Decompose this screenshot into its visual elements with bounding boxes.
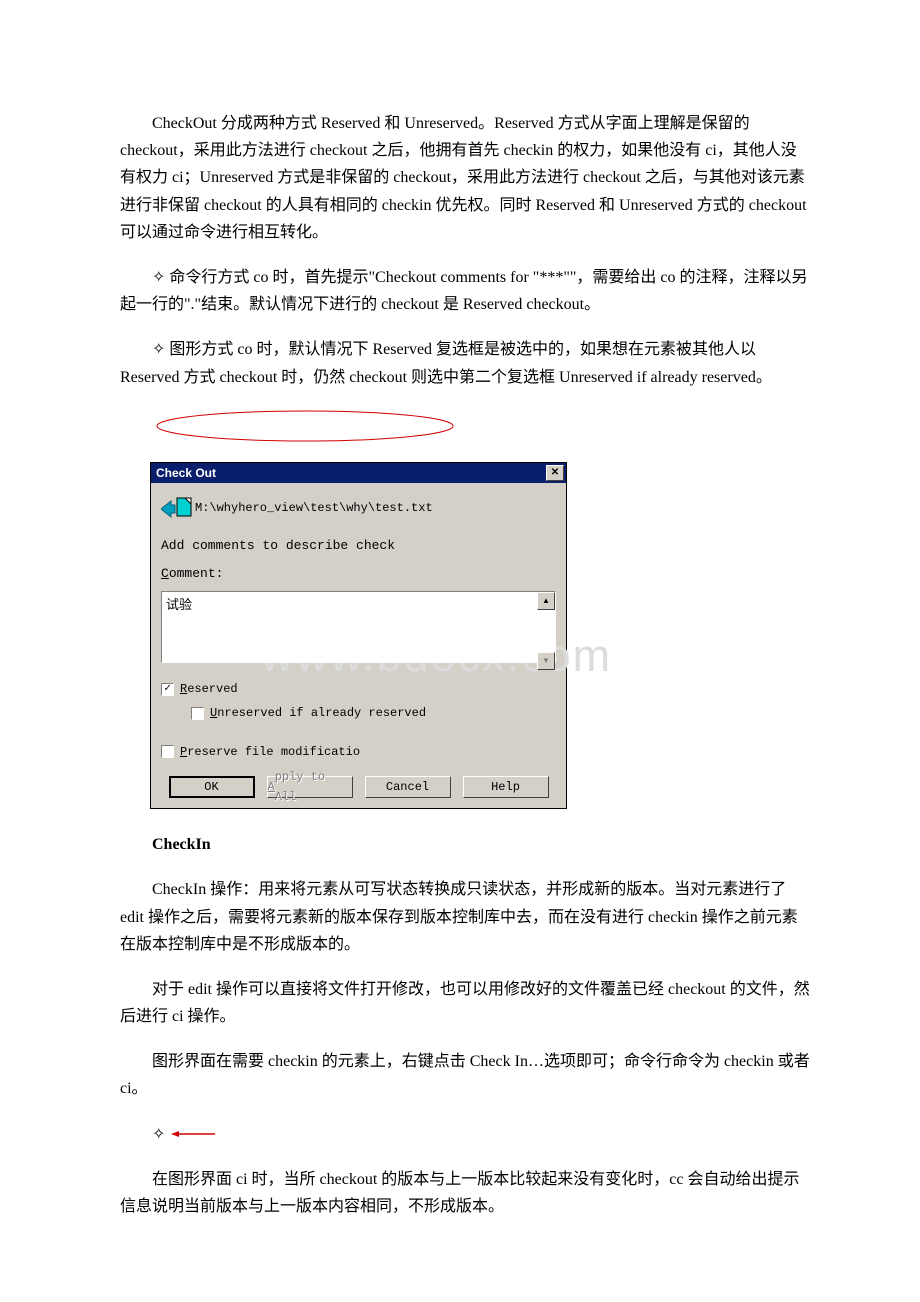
paragraph-checkout-intro: CheckOut 分成两种方式 Reserved 和 Unreserved。Re… bbox=[120, 110, 810, 246]
reserved-checkbox[interactable] bbox=[161, 683, 174, 696]
paragraph-checkout-cli: ✧ 命令行方式 co 时，首先提示"Checkout comments for … bbox=[120, 264, 810, 318]
paragraph-checkout-gui: ✧ 图形方式 co 时，默认情况下 Reserved 复选框是被选中的，如果想在… bbox=[120, 336, 810, 390]
preserve-checkbox[interactable] bbox=[161, 745, 174, 758]
ok-button[interactable]: OK bbox=[169, 776, 255, 798]
dialog-titlebar: Check Out ✕ bbox=[151, 463, 566, 483]
annotation-ellipse bbox=[155, 409, 455, 444]
file-arrow-icon bbox=[161, 495, 195, 523]
unreserved-checkbox[interactable] bbox=[191, 707, 204, 720]
scroll-up-icon[interactable]: ▲ bbox=[537, 592, 555, 610]
cancel-button[interactable]: Cancel bbox=[365, 776, 451, 798]
apply-to-all-button[interactable]: Apply to All bbox=[267, 776, 353, 798]
paragraph-checkin-nochange: 在图形界面 ci 时，当所 checkout 的版本与上一版本比较起来没有变化时… bbox=[120, 1166, 810, 1220]
file-path: M:\whyhero_view\test\why\test.txt bbox=[195, 498, 433, 518]
dialog-description: Add comments to describe check bbox=[161, 535, 556, 557]
paragraph-checkin-intro: CheckIn 操作：用来将元素从可写状态转换成只读状态，并形成新的版本。当对元… bbox=[120, 876, 810, 958]
reserved-checkbox-row[interactable]: Reserved bbox=[161, 679, 556, 699]
unreserved-checkbox-row[interactable]: Unreserved if already reserved bbox=[191, 703, 556, 723]
close-icon[interactable]: ✕ bbox=[546, 465, 564, 481]
paragraph-checkin-gui: 图形界面在需要 checkin 的元素上，右键点击 Check In…选项即可；… bbox=[120, 1048, 810, 1102]
scroll-down-icon[interactable]: ▼ bbox=[537, 652, 555, 670]
dialog-title: Check Out bbox=[156, 463, 216, 483]
preserve-checkbox-row[interactable]: Preserve file modificatio bbox=[161, 742, 556, 762]
comment-label: Comment: bbox=[161, 563, 556, 585]
checkin-heading: CheckIn bbox=[120, 831, 810, 858]
comment-textarea[interactable] bbox=[161, 591, 556, 663]
checkout-dialog: www.bdocx.com Check Out ✕ M:\whyhero_vie… bbox=[150, 462, 567, 809]
help-button[interactable]: Help bbox=[463, 776, 549, 798]
annotation-arrow: ✧ bbox=[152, 1121, 810, 1148]
paragraph-checkin-edit: 对于 edit 操作可以直接将文件打开修改，也可以用修改好的文件覆盖已经 che… bbox=[120, 976, 810, 1030]
